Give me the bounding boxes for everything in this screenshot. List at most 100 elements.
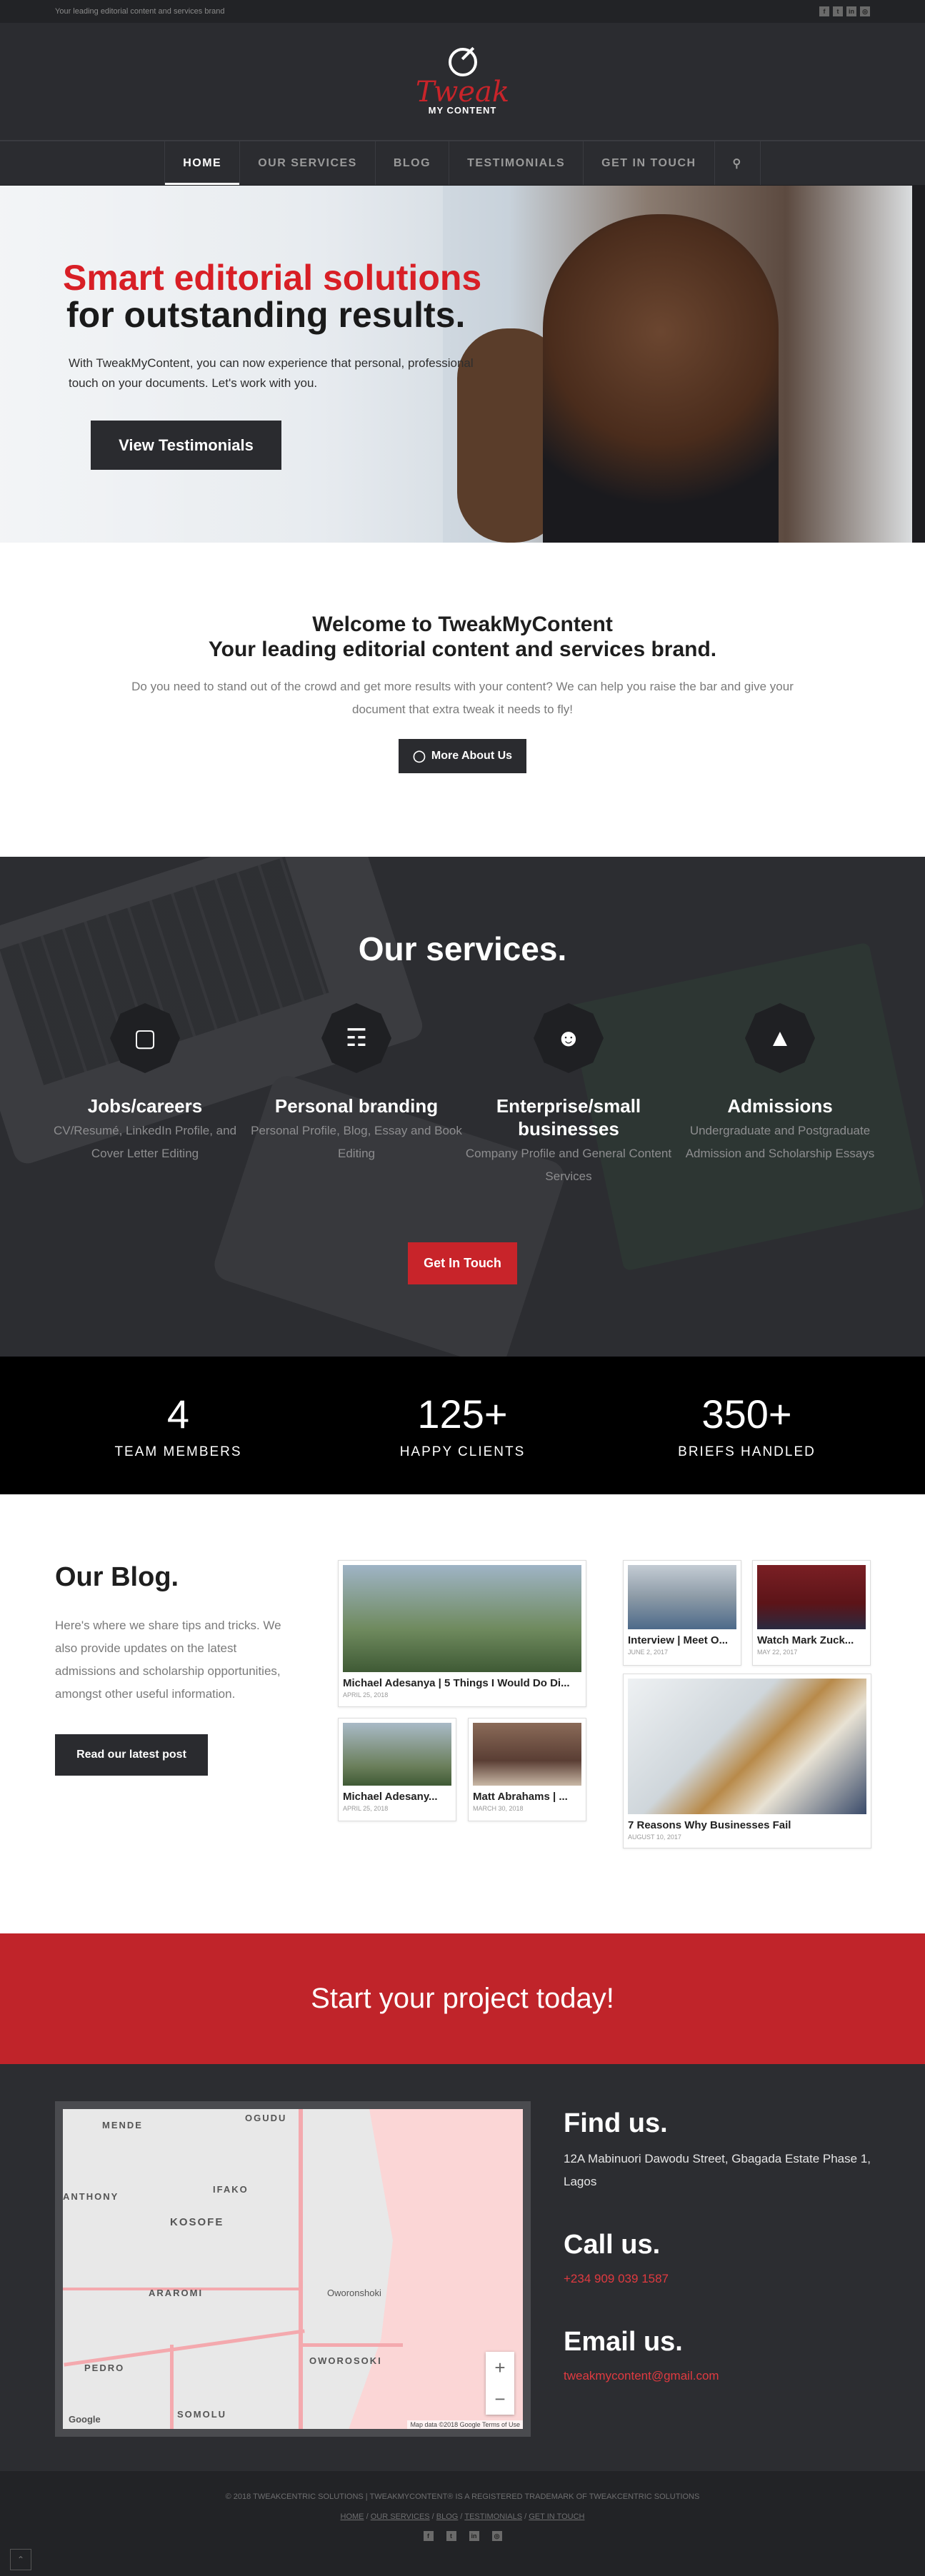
footer-link-get-in-touch[interactable]: GET IN TOUCH [529, 2512, 584, 2521]
logo-icon[interactable] [448, 47, 477, 76]
get-in-touch-button[interactable]: Get In Touch [408, 1242, 517, 1284]
users-icon: ☻ [534, 1003, 604, 1073]
call-us: Call us. +234 909 039 1587 [564, 2230, 669, 2286]
services-section: Our services. ▢ Jobs/careers CV/Resumé, … [0, 857, 925, 1357]
email-us-title: Email us. [564, 2327, 683, 2357]
hero-text: With TweakMyContent, you can now experie… [69, 356, 474, 390]
service-jobs: ▢ Jobs/careers CV/Resumé, LinkedIn Profi… [38, 1003, 252, 1165]
blog-card-image [473, 1723, 581, 1786]
stat-clients: 125+ HAPPY CLIENTS [321, 1392, 605, 1460]
blog-card-title: Michael Adesany... [343, 1791, 438, 1803]
blog-card-title: Michael Adesanya | 5 Things I Would Do D… [343, 1677, 570, 1689]
email-link[interactable]: tweakmycontent@gmail.com [564, 2369, 719, 2383]
stat-label: HAPPY CLIENTS [399, 1444, 526, 1459]
blog-card-title: Watch Mark Zuck... [757, 1634, 854, 1646]
stat-label: TEAM MEMBERS [114, 1444, 242, 1459]
instagram-icon[interactable]: ◎ [491, 2531, 502, 2541]
map-road [170, 2345, 174, 2429]
zoom-in-icon[interactable]: + [494, 2357, 505, 2379]
blog-card-image [757, 1565, 866, 1629]
blog-card[interactable]: Interview | Meet O... JUNE 2, 2017 [623, 1560, 741, 1666]
scroll-to-top-icon[interactable]: ⌃ [10, 2549, 31, 2570]
twitter-icon[interactable]: t [446, 2531, 456, 2541]
map-label: IFAKO [213, 2184, 249, 2195]
top-bar: Your leading editorial content and servi… [0, 0, 925, 23]
search-icon[interactable]: ⚲ [714, 141, 761, 185]
instagram-icon[interactable]: ◎ [860, 6, 870, 16]
blog-card[interactable]: Watch Mark Zuck... MAY 22, 2017 [752, 1560, 871, 1666]
map-label: MENDE [102, 2120, 143, 2130]
map-canvas[interactable]: MENDE OGUDU ANTHONY IFAKO KOSOFE ARAROMI… [63, 2109, 523, 2429]
top-social-links: f t in ◎ [819, 6, 870, 16]
service-admissions: ▲ Admissions Undergraduate and Postgradu… [673, 1003, 887, 1165]
copyright-text: © 2018 TWEAKCENTRIC SOLUTIONS | TWEAKMYC… [225, 2492, 700, 2501]
map-label: ANTHONY [63, 2191, 119, 2202]
service-text: Personal Profile, Blog, Essay and Book E… [251, 1124, 462, 1160]
nav-home[interactable]: HOME [164, 141, 240, 185]
map-embed[interactable]: MENDE OGUDU ANTHONY IFAKO KOSOFE ARAROMI… [55, 2101, 531, 2437]
map-road [299, 2109, 303, 2429]
blog-section: Our Blog. Here's where we share tips and… [0, 1494, 925, 1933]
cta-banner: Start your project today! [0, 1933, 925, 2064]
stat-number: 125+ [417, 1391, 508, 1437]
service-branding: ☶ Personal branding Personal Profile, Bl… [249, 1003, 464, 1165]
site-header: Tweak MY CONTENT [0, 23, 925, 141]
more-about-us-button[interactable]: ◯ More About Us [398, 739, 527, 773]
blog-card[interactable]: Michael Adesany... APRIL 25, 2018 [338, 1718, 456, 1821]
zoom-out-icon[interactable]: − [494, 2388, 505, 2410]
map-label: OWOROSOKI [309, 2355, 382, 2366]
blog-card[interactable]: Matt Abrahams | ... MARCH 30, 2018 [468, 1718, 586, 1821]
blog-card[interactable]: 7 Reasons Why Businesses Fail AUGUST 10,… [623, 1674, 871, 1848]
find-us: Find us. 12A Mabinuori Dawodu Street, Gb… [564, 2108, 878, 2193]
cta-title[interactable]: Start your project today! [311, 1983, 614, 2015]
linkedin-icon[interactable]: in [469, 2531, 479, 2541]
nav-blog[interactable]: BLOG [374, 141, 449, 185]
view-testimonials-button[interactable]: View Testimonials [91, 421, 281, 470]
welcome-subtitle: Your leading editorial content and servi… [208, 638, 717, 661]
linkedin-icon[interactable]: in [846, 6, 856, 16]
blog-card-image [343, 1565, 581, 1672]
map-label: ARAROMI [149, 2288, 204, 2298]
more-about-us-label: More About Us [431, 750, 513, 762]
map-road [303, 2343, 403, 2347]
welcome-section: Welcome to TweakMyContent Your leading e… [0, 543, 925, 857]
facebook-icon[interactable]: f [423, 2531, 434, 2541]
stat-number: 350+ [701, 1391, 792, 1437]
graduation-cap-icon: ▲ [745, 1003, 815, 1073]
map-zoom-control[interactable]: + − [486, 2352, 514, 2415]
stats-bar: 4 TEAM MEMBERS 125+ HAPPY CLIENTS 350+ B… [0, 1357, 925, 1494]
hero-headline: for outstanding results. [66, 295, 466, 335]
nav-get-in-touch[interactable]: GET IN TOUCH [583, 141, 714, 185]
nav-testimonials[interactable]: TESTIMONIALS [449, 141, 583, 185]
facebook-icon[interactable]: f [819, 6, 829, 16]
service-text: Undergraduate and Postgraduate Admission… [685, 1124, 875, 1160]
footer-link-services[interactable]: OUR SERVICES [371, 2512, 430, 2521]
nav-services[interactable]: OUR SERVICES [239, 141, 375, 185]
stat-number: 4 [166, 1391, 190, 1437]
service-title: Admissions [727, 1095, 833, 1117]
blog-card-title: Interview | Meet O... [628, 1634, 729, 1646]
footer-link-testimonials[interactable]: TESTIMONIALS [464, 2512, 522, 2521]
logo-word[interactable]: Tweak [416, 78, 509, 106]
read-latest-post-button[interactable]: Read our latest post [55, 1734, 208, 1776]
map-credit[interactable]: Map data ©2018 Google Terms of Use [407, 2420, 523, 2429]
blog-card-date: AUGUST 10, 2017 [628, 1833, 681, 1841]
footer-link-blog[interactable]: BLOG [436, 2512, 459, 2521]
phone-link[interactable]: +234 909 039 1587 [564, 2272, 669, 2286]
services-title: Our services. [358, 930, 567, 967]
address-text: 12A Mabinuori Dawodu Street, Gbagada Est… [564, 2152, 871, 2188]
map-label: OGUDU [245, 2113, 287, 2123]
blog-card-date: MAY 22, 2017 [757, 1649, 798, 1656]
google-logo: Google [69, 2414, 101, 2425]
twitter-icon[interactable]: t [833, 6, 843, 16]
footer-link-home[interactable]: HOME [341, 2512, 364, 2521]
call-us-title: Call us. [564, 2230, 661, 2260]
stat-label: BRIEFS HANDLED [678, 1444, 816, 1459]
service-text: CV/Resumé, LinkedIn Profile, and Cover L… [53, 1124, 237, 1160]
blog-card[interactable]: Michael Adesanya | 5 Things I Would Do D… [338, 1560, 586, 1707]
briefcase-icon: ▢ [110, 1003, 180, 1073]
map-label: SOMOLU [177, 2409, 227, 2420]
map-road [64, 2329, 305, 2367]
hero-person-image [543, 214, 779, 543]
email-us: Email us. tweakmycontent@gmail.com [564, 2327, 719, 2383]
